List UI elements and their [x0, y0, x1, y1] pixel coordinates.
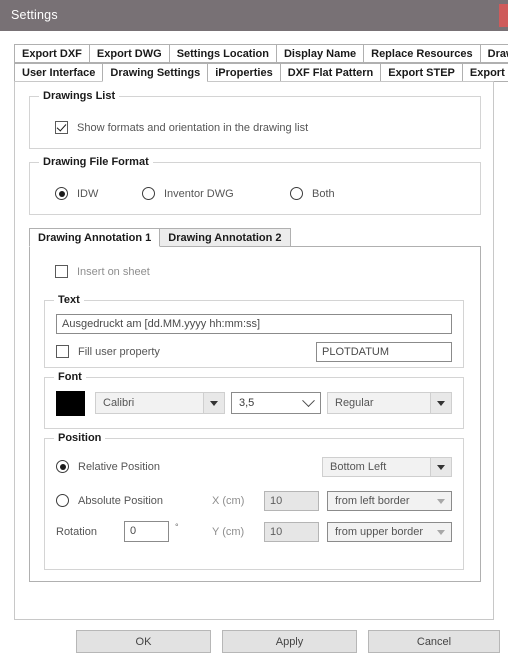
- drawings-list-group: Drawings List Show formats and orientati…: [29, 90, 481, 149]
- chevron-down-icon[interactable]: [203, 393, 224, 413]
- rotation-label: Rotation: [56, 526, 97, 538]
- text-group: Text Ausgedruckt am [dd.MM.yyyy hh:mm:ss…: [44, 294, 464, 368]
- fill-user-property-checkbox[interactable]: [56, 345, 69, 358]
- file-format-group: Drawing File Format IDW Inventor DWG Bot…: [29, 156, 481, 215]
- y-reference-value: from upper border: [335, 526, 424, 538]
- main-tabstrip: Export DXF Export DWG Settings Location …: [14, 44, 508, 82]
- font-style-value: Regular: [335, 397, 374, 409]
- tab-row-2: User Interface Drawing Settings iPropert…: [14, 63, 508, 82]
- font-group-title: Font: [54, 371, 86, 383]
- drawings-list-group-title: Drawings List: [39, 90, 120, 102]
- insert-on-sheet-label: Insert on sheet: [77, 266, 150, 278]
- chevron-down-icon[interactable]: [430, 458, 451, 476]
- x-reference-combo[interactable]: from left border: [327, 491, 452, 511]
- font-family-combo[interactable]: Calibri: [95, 392, 225, 414]
- show-formats-label: Show formats and orientation in the draw…: [77, 122, 309, 134]
- tab-iproperties[interactable]: iProperties: [207, 63, 280, 82]
- tab-drawing-annotation-1[interactable]: Drawing Annotation 1: [29, 228, 161, 247]
- both-radio[interactable]: [290, 187, 303, 200]
- text-group-title: Text: [54, 294, 84, 306]
- font-size-value: 3,5: [239, 397, 255, 409]
- tab-settings-location[interactable]: Settings Location: [168, 44, 276, 63]
- x-reference-value: from left border: [335, 495, 410, 507]
- tab-export-step[interactable]: Export STEP: [380, 63, 462, 82]
- annotation-panel: Insert on sheet Text Ausgedruckt am [dd.…: [29, 246, 481, 582]
- inventor-dwg-radio[interactable]: [142, 187, 155, 200]
- user-property-input[interactable]: PLOTDATUM: [316, 342, 452, 362]
- font-color-swatch[interactable]: [56, 391, 85, 416]
- position-group: Position Relative Position Bottom Left A…: [44, 432, 464, 570]
- chevron-down-icon[interactable]: [431, 523, 451, 541]
- cancel-button[interactable]: Cancel: [368, 630, 500, 653]
- relative-position-label: Relative Position: [78, 461, 160, 473]
- tab-export-dxf[interactable]: Export DXF: [14, 44, 89, 63]
- font-family-value: Calibri: [103, 397, 135, 409]
- window-title: Settings: [11, 8, 58, 22]
- idw-radio[interactable]: [55, 187, 68, 200]
- fill-user-property-label: Fill user property: [78, 346, 160, 358]
- show-formats-checkbox[interactable]: [55, 121, 68, 134]
- inventor-dwg-label: Inventor DWG: [164, 188, 234, 200]
- drawing-settings-panel: Drawings List Show formats and orientati…: [14, 81, 494, 620]
- font-style-combo[interactable]: Regular: [327, 392, 452, 414]
- tab-export-pdf[interactable]: Export PDF: [461, 63, 508, 82]
- absolute-position-label: Absolute Position: [78, 495, 163, 507]
- apply-button[interactable]: Apply: [222, 630, 357, 653]
- ok-button[interactable]: OK: [76, 630, 211, 653]
- tab-export-dwg[interactable]: Export DWG: [88, 44, 169, 63]
- absolute-position-radio[interactable]: [56, 494, 69, 507]
- y-coordinate-label: Y (cm): [212, 526, 245, 538]
- rotation-input[interactable]: 0: [124, 521, 169, 542]
- x-coordinate-input[interactable]: 10: [264, 491, 319, 511]
- relative-position-radio[interactable]: [56, 460, 69, 473]
- tab-dxf-flat-pattern[interactable]: DXF Flat Pattern: [279, 63, 381, 82]
- font-group: Font Calibri 3,5 Regular: [44, 371, 464, 429]
- tab-drawing-annotation-2[interactable]: Drawing Annotation 2: [160, 228, 291, 247]
- chevron-down-icon[interactable]: [430, 393, 451, 413]
- tab-display-name[interactable]: Display Name: [275, 44, 364, 63]
- relative-position-combo[interactable]: Bottom Left: [322, 457, 452, 477]
- font-size-combo[interactable]: 3,5: [231, 392, 321, 414]
- degree-symbol: °: [175, 522, 179, 532]
- both-label: Both: [312, 188, 335, 200]
- chevron-down-icon[interactable]: [431, 492, 451, 510]
- file-format-group-title: Drawing File Format: [39, 156, 153, 168]
- annotation-text-input[interactable]: Ausgedruckt am [dd.MM.yyyy hh:mm:ss]: [56, 314, 452, 334]
- tab-drawing-functions[interactable]: Drawing functions: [479, 44, 508, 63]
- tab-user-interface[interactable]: User Interface: [14, 63, 103, 82]
- y-coordinate-input[interactable]: 10: [264, 522, 319, 542]
- tab-drawing-settings[interactable]: Drawing Settings: [102, 63, 208, 82]
- close-icon[interactable]: [499, 4, 508, 27]
- annotation-tabstrip: Drawing Annotation 1 Drawing Annotation …: [29, 228, 481, 247]
- relative-position-value: Bottom Left: [330, 461, 387, 473]
- x-coordinate-label: X (cm): [212, 495, 245, 507]
- window-titlebar: Settings: [0, 0, 508, 31]
- idw-label: IDW: [77, 188, 99, 200]
- chevron-down-icon[interactable]: [296, 393, 320, 413]
- tab-row-1: Export DXF Export DWG Settings Location …: [14, 44, 508, 63]
- y-reference-combo[interactable]: from upper border: [327, 522, 452, 542]
- position-group-title: Position: [54, 432, 106, 444]
- insert-on-sheet-checkbox[interactable]: [55, 265, 68, 278]
- tab-replace-resources[interactable]: Replace Resources: [363, 44, 480, 63]
